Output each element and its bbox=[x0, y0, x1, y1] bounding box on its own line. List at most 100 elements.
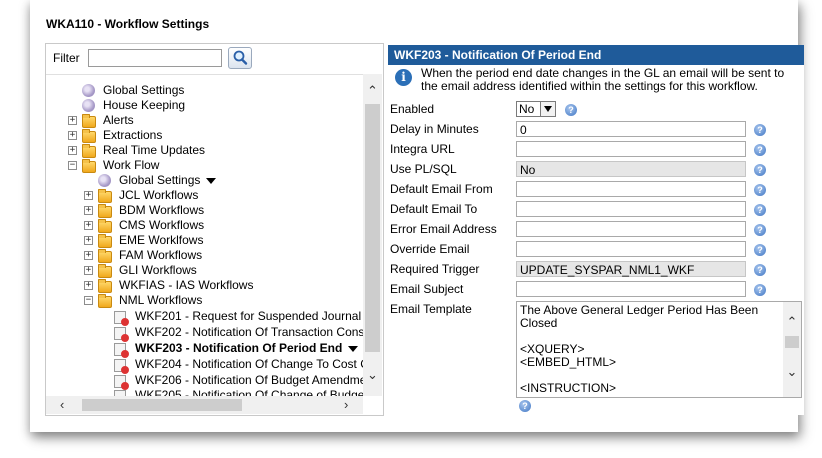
folder-icon bbox=[98, 219, 112, 233]
tree-item-house-keeping[interactable]: House Keeping bbox=[82, 98, 362, 113]
tree-item-label: WKF203 - Notification Of Period End bbox=[135, 341, 343, 355]
scroll-thumb[interactable] bbox=[82, 399, 242, 411]
email-subject-input[interactable] bbox=[516, 281, 746, 297]
tree-item-extractions[interactable]: + Extractions bbox=[68, 128, 362, 143]
tree-item-wkfias[interactable]: + WKFIAS - IAS Workflows bbox=[84, 278, 362, 293]
tree-item-bdm-workflows[interactable]: + BDM Workflows bbox=[84, 203, 362, 218]
help-icon[interactable]: ? bbox=[519, 400, 531, 412]
filter-search-button[interactable] bbox=[228, 47, 252, 69]
expand-icon[interactable]: + bbox=[84, 206, 93, 215]
folder-icon bbox=[82, 114, 96, 128]
folder-icon bbox=[98, 279, 112, 293]
info-icon: i bbox=[395, 69, 412, 86]
error-email-label: Error Email Address bbox=[390, 222, 497, 236]
tree-item-label: Global Settings bbox=[103, 83, 185, 97]
tree-item-label: CMS Workflows bbox=[119, 218, 205, 232]
gear-icon bbox=[82, 99, 95, 112]
workflow-doc-icon bbox=[114, 359, 129, 374]
required-trigger-field: UPDATE_SYSPAR_NML1_WKF bbox=[516, 261, 746, 277]
delay-input[interactable]: 0 bbox=[516, 121, 746, 137]
tree-item-alerts[interactable]: + Alerts bbox=[68, 113, 362, 128]
help-icon[interactable]: ? bbox=[754, 164, 766, 176]
default-from-input[interactable] bbox=[516, 181, 746, 197]
collapse-icon[interactable]: − bbox=[84, 296, 93, 305]
expand-icon[interactable]: + bbox=[68, 146, 77, 155]
email-subject-label: Email Subject bbox=[390, 282, 464, 296]
scroll-thumb[interactable] bbox=[365, 104, 380, 352]
workflow-doc-icon bbox=[114, 375, 129, 390]
collapse-icon[interactable]: − bbox=[68, 161, 77, 170]
dropdown-caret-icon[interactable] bbox=[348, 345, 359, 352]
scroll-down-icon[interactable]: ⌄ bbox=[783, 364, 801, 380]
filter-input[interactable] bbox=[88, 49, 222, 67]
override-email-input[interactable] bbox=[516, 241, 746, 257]
tree-item-wkf206[interactable]: WKF206 - Notification Of Budget Amendmer bbox=[114, 373, 363, 390]
dropdown-caret-icon[interactable] bbox=[206, 177, 217, 184]
tree-item-wkf203-selected[interactable]: WKF203 - Notification Of Period End bbox=[114, 341, 362, 358]
expand-icon[interactable]: + bbox=[84, 221, 93, 230]
help-icon[interactable]: ? bbox=[754, 264, 766, 276]
required-trigger-label: Required Trigger bbox=[390, 262, 480, 276]
tree-item-label: EME Worklfows bbox=[119, 233, 204, 247]
tree-item-jcl-workflows[interactable]: + JCL Workflows bbox=[84, 188, 362, 203]
expand-icon[interactable]: + bbox=[68, 131, 77, 140]
tree-item-work-flow[interactable]: − Work Flow bbox=[68, 158, 362, 173]
gear-icon bbox=[82, 84, 95, 97]
tree-item-label: Work Flow bbox=[103, 158, 160, 172]
expand-icon[interactable]: + bbox=[84, 266, 93, 275]
default-to-label: Default Email To bbox=[390, 202, 478, 216]
tree-item-wkf204[interactable]: WKF204 - Notification Of Change To Cost … bbox=[114, 357, 363, 374]
expand-icon[interactable]: + bbox=[84, 191, 93, 200]
help-icon[interactable]: ? bbox=[754, 244, 766, 256]
help-icon[interactable]: ? bbox=[754, 124, 766, 136]
scroll-right-icon[interactable]: › bbox=[344, 397, 348, 412]
workflow-tree: Global Settings House Keeping + Alerts +… bbox=[46, 74, 363, 397]
tree-item-wf-global-settings[interactable]: Global Settings bbox=[98, 173, 362, 188]
expand-icon[interactable]: + bbox=[68, 116, 77, 125]
tree-item-label: WKF204 - Notification Of Change To Cost … bbox=[135, 357, 363, 371]
scroll-thumb[interactable] bbox=[785, 336, 799, 348]
tree-item-label: Global Settings bbox=[119, 173, 201, 187]
integra-url-input[interactable] bbox=[516, 141, 746, 157]
email-template-textarea[interactable]: The Above General Ledger Period Has Been… bbox=[516, 301, 802, 398]
expand-icon[interactable]: + bbox=[84, 236, 93, 245]
detail-panel: WKF203 - Notification Of Period End i Wh… bbox=[388, 45, 804, 415]
tree-item-nml-workflows[interactable]: − NML Workflows bbox=[84, 293, 362, 308]
help-icon[interactable]: ? bbox=[565, 104, 577, 116]
tree-item-wkf202[interactable]: WKF202 - Notification Of Transaction Con… bbox=[114, 325, 363, 342]
workflow-doc-icon bbox=[114, 327, 129, 342]
folder-icon bbox=[82, 144, 96, 158]
help-icon[interactable]: ? bbox=[754, 204, 766, 216]
tree-item-real-time-updates[interactable]: + Real Time Updates bbox=[68, 143, 362, 158]
tree-item-fam-workflows[interactable]: + FAM Workflows bbox=[84, 248, 362, 263]
default-to-input[interactable] bbox=[516, 201, 746, 217]
template-scrollbar[interactable]: ⌃ ⌄ bbox=[783, 302, 801, 397]
info-text: When the period end date changes in the … bbox=[421, 66, 785, 93]
help-icon[interactable]: ? bbox=[754, 224, 766, 236]
tree-item-label: JCL Workflows bbox=[119, 188, 199, 202]
error-email-input[interactable] bbox=[516, 221, 746, 237]
scroll-left-icon[interactable]: ‹ bbox=[60, 397, 64, 412]
enabled-select[interactable]: No bbox=[516, 101, 556, 117]
scroll-up-icon[interactable]: ⌃ bbox=[783, 314, 801, 330]
tree-item-global-settings[interactable]: Global Settings bbox=[82, 83, 362, 98]
tree-horizontal-scrollbar[interactable]: ‹ › bbox=[46, 396, 363, 414]
help-icon[interactable]: ? bbox=[754, 284, 766, 296]
scroll-down-icon[interactable]: ⌄ bbox=[363, 366, 382, 384]
tree-vertical-scrollbar[interactable]: ⌃ ⌄ bbox=[363, 74, 382, 396]
help-icon[interactable]: ? bbox=[754, 144, 766, 156]
tree-item-label: WKF201 - Request for Suspended Journal A bbox=[135, 309, 363, 323]
folder-icon bbox=[98, 204, 112, 218]
expand-icon[interactable]: + bbox=[84, 251, 93, 260]
tree-item-wkf201[interactable]: WKF201 - Request for Suspended Journal A bbox=[114, 309, 363, 326]
enabled-value: No bbox=[519, 102, 535, 116]
scroll-up-icon[interactable]: ⌃ bbox=[363, 82, 382, 100]
expand-icon[interactable]: + bbox=[84, 281, 93, 290]
tree-item-cms-workflows[interactable]: + CMS Workflows bbox=[84, 218, 362, 233]
tree-item-gli-workflows[interactable]: + GLI Workflows bbox=[84, 263, 362, 278]
help-icon[interactable]: ? bbox=[754, 184, 766, 196]
enabled-label: Enabled bbox=[390, 102, 435, 116]
tree-item-label: Extractions bbox=[103, 128, 163, 142]
workflow-doc-icon bbox=[114, 343, 129, 358]
tree-item-eme-workflows[interactable]: + EME Worklfows bbox=[84, 233, 362, 248]
